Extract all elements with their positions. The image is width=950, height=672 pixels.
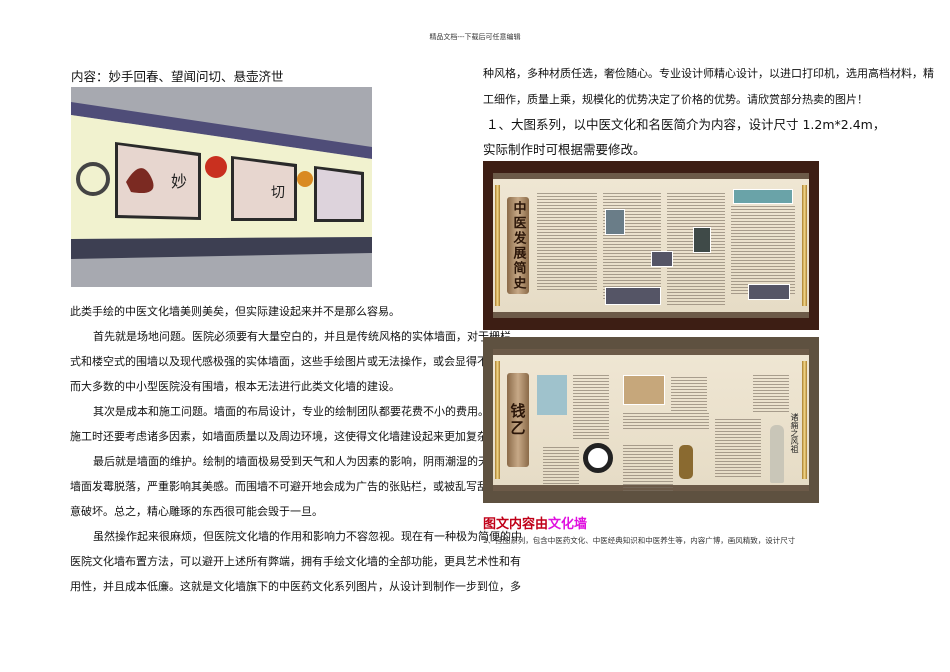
paragraph-line: 而大多数的中小型医院没有围墙，根本无法进行此类文化墙的建设。	[70, 380, 400, 393]
paragraph-line: 此类手绘的中医文化墙美则美矣，但实际建设起来并不是那么容易。	[70, 305, 400, 318]
page-header: 精品文档---下载后可任意编辑	[429, 33, 521, 41]
paragraph-line: 种风格，多种材质任选，奢俭随心。专业设计师精心设计，以进口打印机，选用高档材料，…	[483, 67, 934, 80]
section-title: 内容：妙手回春、望闻问切、悬壶济世	[71, 69, 284, 84]
paragraph-line: 用性，并且成本低廉。这就是文化墙旗下的中医药文化系列图片，从设计到制作一步到位，…	[70, 580, 521, 593]
tcm-history-poster: 中医发展简史	[483, 161, 819, 330]
heading-highlight: 文化墙	[548, 517, 588, 532]
paragraph-line: 式和楼空式的围墙以及现代感极强的实体墙面，这些手绘图片或无法操作，或会显得不伦不…	[70, 355, 532, 368]
paragraph-line: 其次是成本和施工问题。墙面的布局设计，专业的绘制团队都要花费不小的费用。具体	[93, 405, 511, 418]
paragraph-line: 施工时还要考虑诸多因素，如墙面质量以及周边环境，这使得文化墙建设起来更加复杂。	[70, 430, 499, 443]
paragraph-line: 墙面发霉脱落，严重影响其美感。而围墙不可避开地会成为广告的张贴栏，或被乱写乱画，…	[70, 480, 521, 493]
source-heading: 图文内容由文化墙	[483, 513, 587, 532]
paragraph-line: 虽然操作起来很麻烦，但医院文化墙的作用和影响力不容忽视。现在有一种极为简便的中	[93, 530, 522, 543]
calligraphy-text: 妙	[171, 172, 187, 191]
qian-yi-poster: 钱乙 诸痈之风祖	[483, 337, 819, 503]
paragraph-line: 意破坏。总之，精心雕琢的东西很可能会毁于一旦。	[70, 505, 323, 518]
list-item-heading: １、大图系列，以中医文化和名医简介为内容，设计尺寸 1.2m*2.4m，	[486, 117, 886, 132]
svg-text:切: 切	[271, 185, 285, 201]
paragraph-line: 医院文化墙布置方法，可以避开上述所有弊端，拥有手绘文化墙的全部功能，更具艺术性和…	[70, 555, 521, 568]
paragraph-line: 最后就是墙面的维护。绘制的墙面极易受到天气和人为因素的影响，阴雨潮湿的天气会使	[93, 455, 522, 468]
poster-title: 钱乙	[507, 373, 529, 467]
heading-text: 图文内容由	[483, 517, 549, 532]
paragraph-line: 首先就是场地问题。医院必须要有大量空白的，并且是传统风格的实体墙面，对于栅栏	[93, 330, 511, 343]
list-item-heading: 实际制作时可根据需要修改。	[483, 142, 646, 157]
paragraph-line: 工细作，质量上乘，规模化的优势决定了价格的优势。请欣赏部分热卖的图片！	[483, 93, 868, 106]
poster-side-title: 诸痈之风祖	[790, 413, 799, 453]
poster-title: 中医发展简史	[507, 197, 529, 294]
list-item-2: 2、挂图系列，包含中医药文化、中医经典知识和中医养生等，内容广博，画风精致，设计…	[483, 536, 796, 545]
culture-wall-photo: 妙 切	[71, 87, 372, 287]
